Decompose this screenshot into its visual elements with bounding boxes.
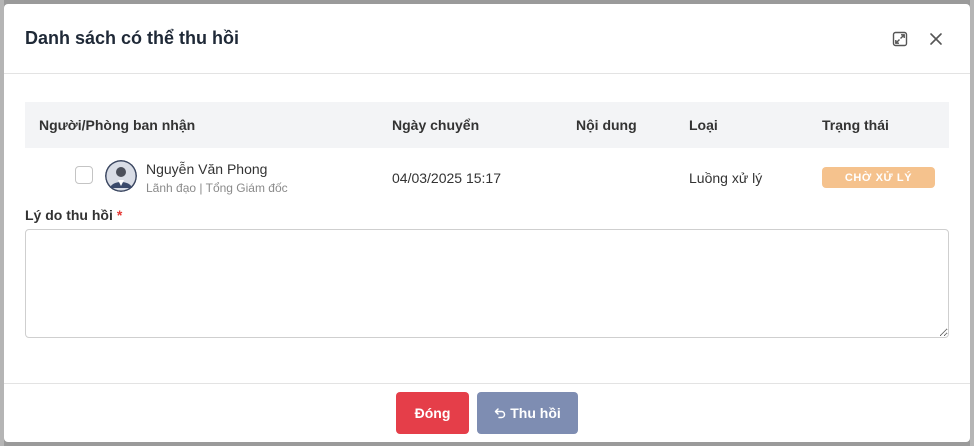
recipient-role: Lãnh đạo | Tổng Giám đốc [146, 181, 288, 195]
close-button-label: Đóng [414, 405, 451, 421]
close-icon [930, 33, 942, 45]
backdrop-right [970, 0, 974, 446]
table-header: Người/Phòng ban nhận Ngày chuyển Nội dun… [25, 102, 949, 148]
undo-icon [494, 407, 506, 419]
close-dialog-button[interactable] [925, 28, 947, 50]
table-row: Nguyễn Văn Phong Lãnh đạo | Tổng Giám đố… [25, 148, 949, 206]
column-header-recipient: Người/Phòng ban nhận [39, 117, 196, 133]
close-button[interactable]: Đóng [396, 392, 469, 434]
recipient-name: Nguyễn Văn Phong [146, 161, 268, 177]
row-checkbox[interactable] [75, 166, 93, 184]
dialog-title: Danh sách có thể thu hồi [25, 28, 240, 48]
reason-textarea[interactable] [25, 229, 949, 338]
column-header-date: Ngày chuyển [392, 117, 480, 133]
recall-button[interactable]: Thu hồi [477, 392, 578, 434]
row-type: Luồng xử lý [689, 170, 763, 186]
recall-dialog: Danh sách có thể thu hồi Người/Phòng ban… [4, 4, 970, 442]
transfer-date: 04/03/2025 15:17 [392, 170, 501, 186]
status-badge: CHỜ XỬ LÝ [822, 167, 935, 188]
reason-label-text: Lý do thu hồi [25, 207, 113, 223]
column-header-content: Nội dung [576, 117, 637, 133]
reason-label: Lý do thu hồi * [25, 207, 122, 223]
column-header-status: Trạng thái [822, 117, 889, 133]
required-mark: * [116, 207, 123, 223]
column-header-type: Loại [689, 117, 718, 133]
dialog-header: Danh sách có thể thu hồi [4, 4, 970, 74]
recall-button-label: Thu hồi [510, 405, 561, 421]
expand-button[interactable] [889, 28, 911, 50]
avatar [105, 160, 137, 192]
dialog-footer: Đóng Thu hồi [4, 383, 970, 442]
expand-icon [892, 31, 908, 47]
